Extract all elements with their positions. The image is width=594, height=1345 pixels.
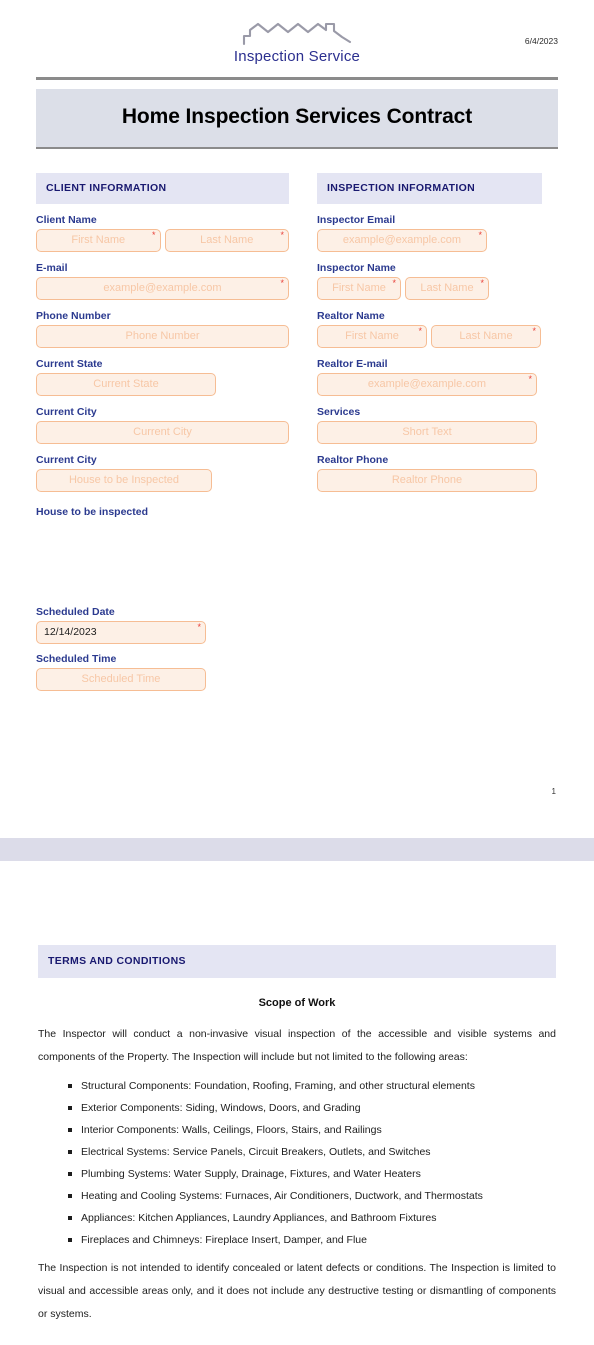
field-client-name: Client Name First Name * Last Name * bbox=[36, 214, 289, 252]
document-page-1: Inspection Service 6/4/2023 Home Inspect… bbox=[0, 0, 594, 838]
inspection-information-column: INSPECTION INFORMATION Inspector Email e… bbox=[317, 173, 542, 518]
client-information-column: CLIENT INFORMATION Client Name First Nam… bbox=[36, 173, 289, 518]
required-marker: * bbox=[480, 278, 484, 288]
input-realtor-phone[interactable]: Realtor Phone bbox=[317, 469, 537, 492]
input-client-first-name[interactable]: First Name * bbox=[36, 229, 161, 252]
label-current-city-2: Current City bbox=[36, 454, 97, 466]
input-inspector-last-name[interactable]: Last Name * bbox=[405, 277, 489, 300]
inspection-areas-list: Structural Components: Foundation, Roofi… bbox=[68, 1075, 556, 1251]
field-realtor-email: Realtor E-mail example@example.com * bbox=[317, 358, 542, 396]
label-realtor-email: Realtor E-mail bbox=[317, 358, 388, 370]
required-marker: * bbox=[392, 278, 396, 288]
label-realtor-name: Realtor Name bbox=[317, 310, 385, 322]
required-marker: * bbox=[197, 622, 201, 632]
input-client-phone[interactable]: Phone Number bbox=[36, 325, 289, 348]
list-item: Exterior Components: Siding, Windows, Do… bbox=[68, 1097, 556, 1119]
label-client-phone: Phone Number bbox=[36, 310, 111, 322]
required-marker: * bbox=[528, 374, 532, 384]
list-item: Structural Components: Foundation, Roofi… bbox=[68, 1075, 556, 1097]
list-item: Electrical Systems: Service Panels, Circ… bbox=[68, 1141, 556, 1163]
field-inspector-email: Inspector Email example@example.com * bbox=[317, 214, 542, 252]
input-client-last-name[interactable]: Last Name * bbox=[164, 229, 289, 252]
list-item: Interior Components: Walls, Ceilings, Fl… bbox=[68, 1119, 556, 1141]
input-realtor-last-name[interactable]: Last Name * bbox=[431, 325, 541, 348]
page-number: 1 bbox=[551, 787, 556, 796]
client-information-heading: CLIENT INFORMATION bbox=[36, 173, 289, 204]
list-item: Fireplaces and Chimneys: Fireplace Inser… bbox=[68, 1229, 556, 1251]
input-inspector-first-name[interactable]: First Name * bbox=[317, 277, 401, 300]
field-house-to-be-inspected: Current City House to be Inspected bbox=[36, 454, 289, 492]
list-item: Appliances: Kitchen Appliances, Laundry … bbox=[68, 1207, 556, 1229]
logo-text: Inspection Service bbox=[233, 48, 361, 65]
input-current-city[interactable]: Current City bbox=[36, 421, 289, 444]
terms-and-conditions-heading: TERMS AND CONDITIONS bbox=[38, 945, 556, 978]
document-title-banner: Home Inspection Services Contract bbox=[36, 89, 558, 147]
field-current-city: Current City Current City bbox=[36, 406, 289, 444]
scope-intro-paragraph: The Inspector will conduct a non-invasiv… bbox=[38, 1028, 556, 1063]
required-marker: * bbox=[280, 278, 284, 288]
scheduling-block: Scheduled Date 12/14/2023 * Scheduled Tim… bbox=[36, 606, 558, 691]
label-scheduled-time: Scheduled Time bbox=[36, 653, 117, 665]
field-scheduled-date: Scheduled Date 12/14/2023 * bbox=[36, 606, 558, 644]
field-inspector-name: Inspector Name First Name * Last Name * bbox=[317, 262, 542, 300]
input-inspector-email[interactable]: example@example.com * bbox=[317, 229, 487, 252]
page-break-divider bbox=[0, 838, 594, 861]
input-scheduled-time[interactable]: Scheduled Time bbox=[36, 668, 206, 691]
houses-roofline-icon bbox=[238, 22, 356, 51]
required-marker: * bbox=[280, 230, 284, 240]
inspection-information-heading: INSPECTION INFORMATION bbox=[317, 173, 542, 204]
input-realtor-first-name[interactable]: First Name * bbox=[317, 325, 427, 348]
field-client-email: E-mail example@example.com * bbox=[36, 262, 289, 300]
label-inspector-email: Inspector Email bbox=[317, 214, 396, 226]
document-page-2: TERMS AND CONDITIONS Scope of Work The I… bbox=[0, 945, 594, 1345]
required-marker: * bbox=[478, 230, 482, 240]
label-scheduled-date: Scheduled Date bbox=[36, 606, 115, 618]
label-client-email: E-mail bbox=[36, 262, 68, 274]
input-services[interactable]: Short Text bbox=[317, 421, 537, 444]
required-marker: * bbox=[151, 230, 156, 240]
field-realtor-phone: Realtor Phone Realtor Phone bbox=[317, 454, 542, 492]
header-rule bbox=[36, 77, 558, 80]
label-realtor-phone: Realtor Phone bbox=[317, 454, 389, 466]
label-services: Services bbox=[317, 406, 361, 418]
required-marker: * bbox=[418, 326, 422, 336]
scope-closing-paragraph: The Inspection is not intended to identi… bbox=[38, 1262, 556, 1320]
field-client-phone: Phone Number Phone Number bbox=[36, 310, 289, 348]
label-inspector-name: Inspector Name bbox=[317, 262, 396, 274]
title-bottom-rule bbox=[36, 147, 558, 149]
input-scheduled-date[interactable]: 12/14/2023 * bbox=[36, 621, 206, 644]
form-columns: CLIENT INFORMATION Client Name First Nam… bbox=[36, 173, 558, 518]
field-scheduled-time: Scheduled Time Scheduled Time bbox=[36, 653, 558, 691]
label-current-state: Current State bbox=[36, 358, 103, 370]
page-title: Home Inspection Services Contract bbox=[121, 105, 473, 128]
input-current-state[interactable]: Current State bbox=[36, 373, 216, 396]
field-current-state: Current State Current State bbox=[36, 358, 289, 396]
input-client-email[interactable]: example@example.com * bbox=[36, 277, 289, 300]
company-logo: Inspection Service bbox=[36, 22, 558, 65]
list-item: Plumbing Systems: Water Supply, Drainage… bbox=[68, 1163, 556, 1185]
scope-of-work-subheading: Scope of Work bbox=[258, 997, 336, 1009]
label-house-to-be-inspected: House to be inspected bbox=[36, 506, 149, 518]
field-realtor-name: Realtor Name First Name * Last Name * bbox=[317, 310, 542, 348]
document-header: Inspection Service 6/4/2023 bbox=[36, 0, 558, 65]
label-client-name: Client Name bbox=[36, 214, 97, 226]
label-current-city: Current City bbox=[36, 406, 97, 418]
list-item: Heating and Cooling Systems: Furnaces, A… bbox=[68, 1185, 556, 1207]
input-house-to-be-inspected[interactable]: House to be Inspected bbox=[36, 469, 212, 492]
field-services: Services Short Text bbox=[317, 406, 542, 444]
header-date: 6/4/2023 bbox=[524, 36, 558, 46]
input-realtor-email[interactable]: example@example.com * bbox=[317, 373, 537, 396]
required-marker: * bbox=[532, 326, 536, 336]
